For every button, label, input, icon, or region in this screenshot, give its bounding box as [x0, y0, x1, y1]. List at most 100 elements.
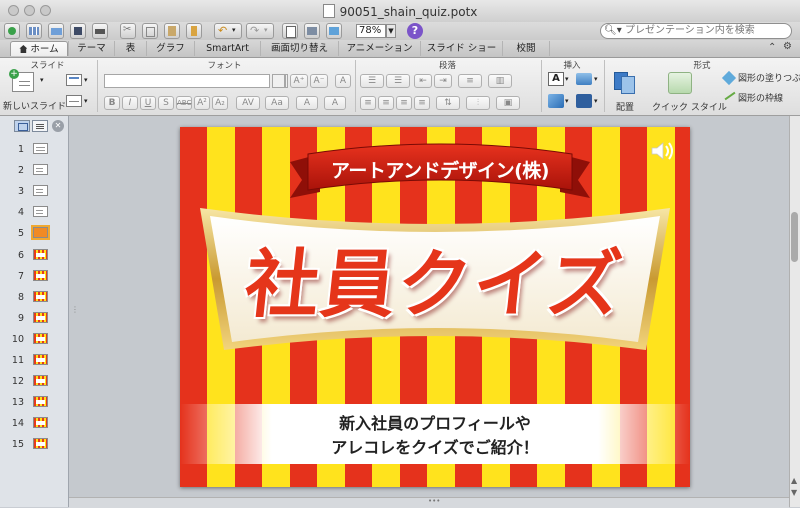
bold-button[interactable]: B: [104, 96, 120, 110]
undo-icon[interactable]: ↶ ▾: [214, 23, 242, 39]
shadow-button[interactable]: S: [158, 96, 174, 110]
text-highlight-button[interactable]: A: [324, 96, 346, 110]
help-icon[interactable]: ?: [407, 23, 423, 39]
decrease-indent-button[interactable]: ⇤: [414, 74, 432, 88]
format-painter-icon[interactable]: [186, 23, 202, 39]
gallery-icon[interactable]: [26, 23, 42, 39]
picture-icon[interactable]: [548, 94, 564, 108]
text-box-icon[interactable]: A: [548, 72, 564, 86]
slide-thumbnail[interactable]: [33, 375, 48, 387]
shape-outline-label[interactable]: 図形の枠線: [738, 91, 783, 104]
layout-icon[interactable]: [66, 74, 82, 86]
media-browser-icon[interactable]: [326, 23, 342, 39]
open-folder-icon[interactable]: [48, 23, 64, 39]
tab-themes[interactable]: テーマ: [68, 41, 114, 56]
cut-icon[interactable]: ✂: [120, 23, 136, 39]
zoom-field[interactable]: 78%: [356, 24, 386, 38]
subscript-button[interactable]: A₂: [212, 96, 228, 110]
new-slide-dropdown-icon[interactable]: ▾: [40, 76, 44, 84]
shape-icon[interactable]: [576, 73, 592, 85]
slide-thumbnail[interactable]: [33, 290, 48, 302]
convert-smartart-button[interactable]: ▣: [496, 96, 520, 110]
align-left-button[interactable]: ≡: [360, 96, 376, 110]
clear-format-button[interactable]: A: [335, 74, 351, 88]
tab-slide-show[interactable]: スライド ショー: [420, 41, 502, 56]
panel-splitter-handle[interactable]: ⋮: [71, 305, 79, 314]
shape-fill-label[interactable]: 図形の塗りつぶし: [738, 71, 800, 84]
slide-thumbnail[interactable]: [33, 164, 48, 176]
change-case-button[interactable]: Aa: [265, 96, 289, 110]
save-icon[interactable]: [70, 23, 86, 39]
shape-fill-icon[interactable]: [721, 70, 737, 86]
columns-button[interactable]: ▥: [488, 74, 512, 88]
vertical-scrollbar[interactable]: [789, 116, 800, 507]
arrange-label[interactable]: 配置: [616, 100, 634, 113]
slide-thumbnail[interactable]: [33, 185, 48, 197]
paste-icon[interactable]: [164, 23, 180, 39]
outline-view-tab[interactable]: [32, 120, 48, 132]
collapse-ribbon-icon[interactable]: ⌃: [768, 42, 776, 53]
section-dropdown-icon[interactable]: ▾: [84, 97, 88, 105]
text-direction-button[interactable]: ⇅: [436, 96, 460, 110]
copy-icon[interactable]: [142, 23, 158, 39]
justify-button[interactable]: ≡: [414, 96, 430, 110]
grow-font-button[interactable]: A⁺: [290, 74, 308, 88]
underline-button[interactable]: U: [140, 96, 156, 110]
align-text-button[interactable]: ⫶: [466, 96, 490, 110]
slide-thumbnail[interactable]: [33, 417, 48, 429]
slides-view-tab[interactable]: [14, 120, 30, 132]
font-color-button[interactable]: A: [296, 96, 318, 110]
tab-animations[interactable]: アニメーション: [338, 41, 420, 56]
media-icon[interactable]: [576, 94, 592, 108]
ribbon-options-icon[interactable]: ⚙︎: [783, 41, 792, 52]
previous-slide-icon[interactable]: ▲: [791, 476, 797, 485]
speaker-icon[interactable]: [650, 141, 676, 161]
arrange-icon[interactable]: [614, 72, 636, 94]
slide-view-icon[interactable]: [282, 23, 298, 39]
search-input[interactable]: プレゼンテーション内を検索: [600, 23, 792, 39]
slide-thumbnail[interactable]: [33, 206, 48, 218]
quick-style-icon[interactable]: [668, 72, 692, 94]
tab-home[interactable]: ホーム: [10, 41, 68, 56]
tab-tables[interactable]: 表: [114, 41, 146, 56]
align-right-button[interactable]: ≡: [396, 96, 412, 110]
character-spacing-button[interactable]: AV: [236, 96, 260, 110]
strikethrough-button[interactable]: ABC: [176, 96, 192, 110]
new-slide-label[interactable]: 新しいスライド: [3, 99, 66, 112]
font-name-combo[interactable]: [104, 74, 270, 88]
next-slide-icon[interactable]: ▼: [791, 488, 797, 497]
tab-charts[interactable]: グラフ: [146, 41, 194, 56]
tab-transitions[interactable]: 画面切り替え: [260, 41, 338, 56]
shape-dropdown-icon[interactable]: ▾: [594, 75, 598, 83]
print-icon[interactable]: [92, 23, 108, 39]
align-center-button[interactable]: ≡: [378, 96, 394, 110]
close-panel-icon[interactable]: ✕: [52, 120, 64, 132]
slide-thumbnail[interactable]: [33, 311, 48, 323]
notes-splitter-handle[interactable]: •••: [428, 497, 440, 505]
new-slide-icon[interactable]: +: [9, 69, 34, 92]
slide-thumbnail[interactable]: [33, 438, 48, 450]
toolbox-icon[interactable]: [304, 23, 320, 39]
numbering-button[interactable]: ☰: [386, 74, 410, 88]
picture-dropdown-icon[interactable]: ▾: [565, 97, 569, 105]
superscript-button[interactable]: A²: [194, 96, 210, 110]
redo-icon[interactable]: ↷ ▾: [246, 23, 274, 39]
increase-indent-button[interactable]: ⇥: [434, 74, 452, 88]
slide-thumbnail[interactable]: [33, 354, 48, 365]
slide-thumbnail[interactable]: [33, 248, 48, 260]
tab-review[interactable]: 校閲: [502, 41, 550, 56]
line-spacing-button[interactable]: ≡: [458, 74, 482, 88]
new-document-icon[interactable]: [4, 23, 20, 39]
italic-button[interactable]: I: [122, 96, 138, 110]
media-dropdown-icon[interactable]: ▾: [594, 97, 598, 105]
vertical-scroll-thumb[interactable]: [791, 212, 798, 262]
bullets-button[interactable]: ☰: [360, 74, 384, 88]
quick-style-label[interactable]: クイック スタイル: [652, 100, 727, 113]
tab-smartart[interactable]: SmartArt: [194, 41, 260, 56]
section-icon[interactable]: [66, 95, 82, 107]
shape-outline-icon[interactable]: [724, 91, 736, 101]
slide-thumbnail[interactable]: [33, 396, 48, 408]
layout-dropdown-icon[interactable]: ▾: [84, 76, 88, 84]
shrink-font-button[interactable]: A⁻: [310, 74, 328, 88]
zoom-dropdown-icon[interactable]: ▼: [386, 24, 396, 38]
